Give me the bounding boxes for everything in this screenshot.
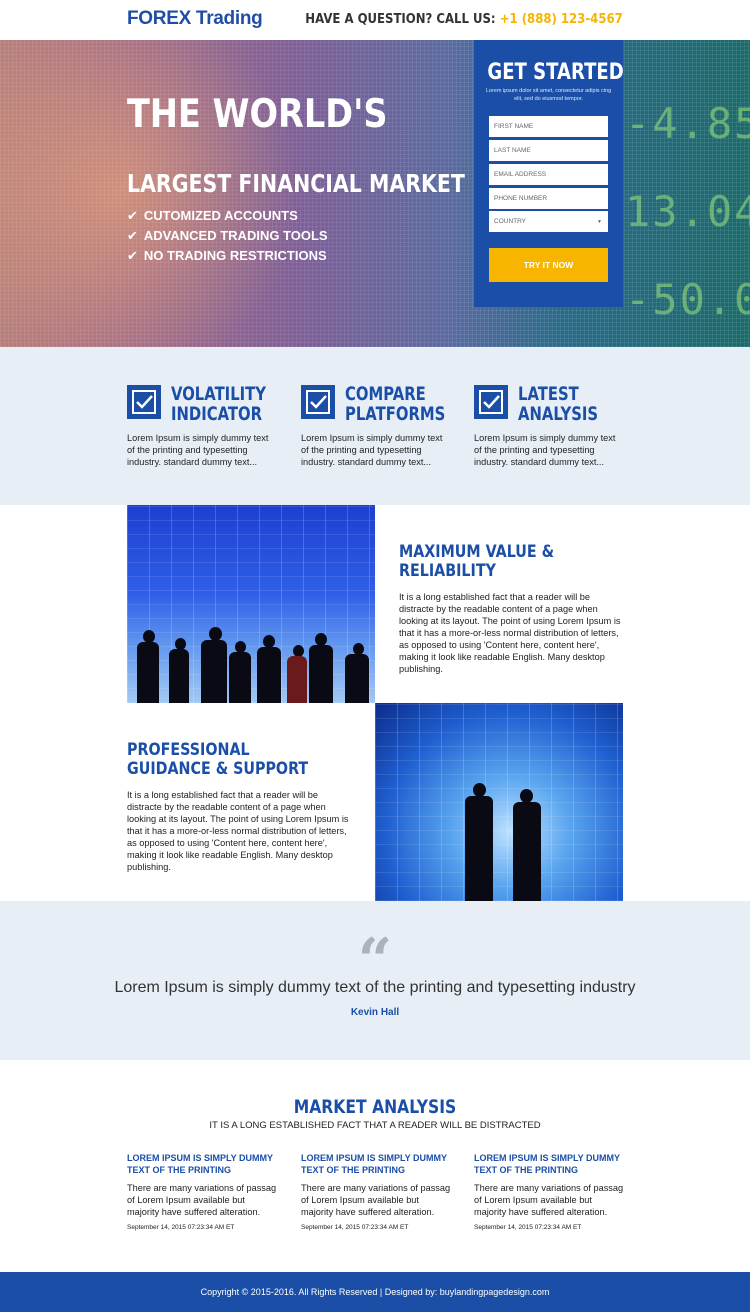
market-analysis-title: MARKET ANALYSIS <box>293 1096 457 1118</box>
logo[interactable]: FOREX Trading <box>127 8 263 30</box>
ticker-digit: 13.04 <box>625 187 750 236</box>
signup-form: GET STARTED Lorem ipsum dolor sit amet, … <box>474 40 624 307</box>
features-section: VOLATILITY INDICATOR Lorem Ipsum is simpl… <box>0 347 750 505</box>
feature-text: Lorem Ipsum is simply dummy text of the … <box>474 433 616 467</box>
article-text: There are many variations of passag of L… <box>301 1183 451 1217</box>
footer: Copyright © 2015-2016. All Rights Reserv… <box>0 1272 750 1312</box>
benefit-item: ✔ ADVANCED TRADING TOOLS <box>127 228 328 248</box>
check-icon: ✔ <box>127 208 138 223</box>
feature-text: Lorem Ipsum is simply dummy text of the … <box>127 433 269 467</box>
article-title[interactable]: LOREM IPSUM IS SIMPLY DUMMY TEXT OF THE … <box>127 1152 279 1176</box>
feature-text: Lorem Ipsum is simply dummy text of the … <box>301 433 443 467</box>
testimonial-quote: Lorem Ipsum is simply dummy text of the … <box>114 979 636 996</box>
stock-board-image <box>127 505 375 703</box>
contact-info: HAVE A QUESTION? CALL US: +1 (888) 123-4… <box>306 12 623 27</box>
benefit-item: ✔ NO TRADING RESTRICTIONS <box>127 248 328 268</box>
article-date: September 14, 2015 07:23:34 AM ET <box>127 1224 235 1231</box>
email-field[interactable] <box>489 164 608 185</box>
market-analysis-subtitle: IT IS A LONG ESTABLISHED FACT THAT A REA… <box>209 1120 541 1131</box>
footer-copyright: Copyright © 2015-2016. All Rights Reserv… <box>200 1287 550 1297</box>
article-title[interactable]: LOREM IPSUM IS SIMPLY DUMMY TEXT OF THE … <box>474 1152 626 1176</box>
hero-benefits-list: ✔ CUTOMIZED ACCOUNTS ✔ ADVANCED TRADING TO… <box>127 208 328 268</box>
handshake-image <box>375 703 623 901</box>
header: FOREX Trading HAVE A QUESTION? CALL US: … <box>0 0 750 40</box>
check-icon: ✔ <box>127 248 138 263</box>
hero-subtitle: LARGEST FINANCIAL MARKET <box>127 169 465 198</box>
benefit-label: CUTOMIZED ACCOUNTS <box>143 208 298 223</box>
article-date: September 14, 2015 07:23:34 AM ET <box>474 1224 582 1231</box>
article-text: There are many variations of passag of L… <box>474 1183 624 1217</box>
phone-field[interactable] <box>489 188 608 209</box>
article-title[interactable]: LOREM IPSUM IS SIMPLY DUMMY TEXT OF THE … <box>301 1152 453 1176</box>
ticker-digit: -4.85 <box>625 99 750 148</box>
checkbox-icon <box>301 385 335 419</box>
country-select-label: COUNTRY <box>494 218 527 225</box>
article-card: LOREM IPSUM IS SIMPLY DUMMY TEXT OF THE … <box>301 1152 453 1231</box>
article-date: September 14, 2015 07:23:34 AM ET <box>301 1224 409 1231</box>
block-title: PROFESSIONAL GUIDANCE & SUPPORT <box>127 740 309 779</box>
article-card: LOREM IPSUM IS SIMPLY DUMMY TEXT OF THE … <box>474 1152 626 1231</box>
form-title: GET STARTED <box>487 60 624 85</box>
feature-title: COMPARE PLATFORMS <box>345 383 446 425</box>
benefit-label: NO TRADING RESTRICTIONS <box>143 248 327 263</box>
benefit-label: ADVANCED TRADING TOOLS <box>143 228 328 243</box>
benefit-item: ✔ CUTOMIZED ACCOUNTS <box>127 208 328 228</box>
form-subtitle: Lorem ipsum dolor sit amet, consectetur … <box>485 88 612 102</box>
block-title: MAXIMUM VALUE & RELIABILITY <box>399 542 555 581</box>
phone-link[interactable]: +1 (888) 123-4567 <box>500 12 623 27</box>
ticker-digit: -50.00 <box>625 275 750 324</box>
try-it-now-button[interactable]: TRY IT NOW <box>489 248 608 282</box>
block-text: It is a long established fact that a rea… <box>399 592 621 674</box>
article-text: There are many variations of passag of L… <box>127 1183 277 1217</box>
country-select[interactable]: COUNTRY ▼ <box>489 211 608 232</box>
check-icon: ✔ <box>127 228 138 243</box>
chevron-down-icon: ▼ <box>597 218 602 225</box>
checkbox-icon <box>474 385 508 419</box>
testimonial-author: Kevin Hall <box>350 1007 400 1018</box>
testimonial-section: “ Lorem Ipsum is simply dummy text of th… <box>0 901 750 1060</box>
hero-title: THE WORLD'S <box>127 92 388 137</box>
contact-question: HAVE A QUESTION? CALL US: <box>305 12 496 27</box>
first-name-field[interactable] <box>489 116 608 137</box>
feature-title: VOLATILITY INDICATOR <box>171 383 267 425</box>
hero-ticker-digits: -4.85 13.04 -50.00 <box>625 80 750 344</box>
feature-title: LATEST ANALYSIS <box>518 383 599 425</box>
article-card: LOREM IPSUM IS SIMPLY DUMMY TEXT OF THE … <box>127 1152 279 1231</box>
block-text: It is a long established fact that a rea… <box>127 790 349 872</box>
last-name-field[interactable] <box>489 140 608 161</box>
checkbox-icon <box>127 385 161 419</box>
